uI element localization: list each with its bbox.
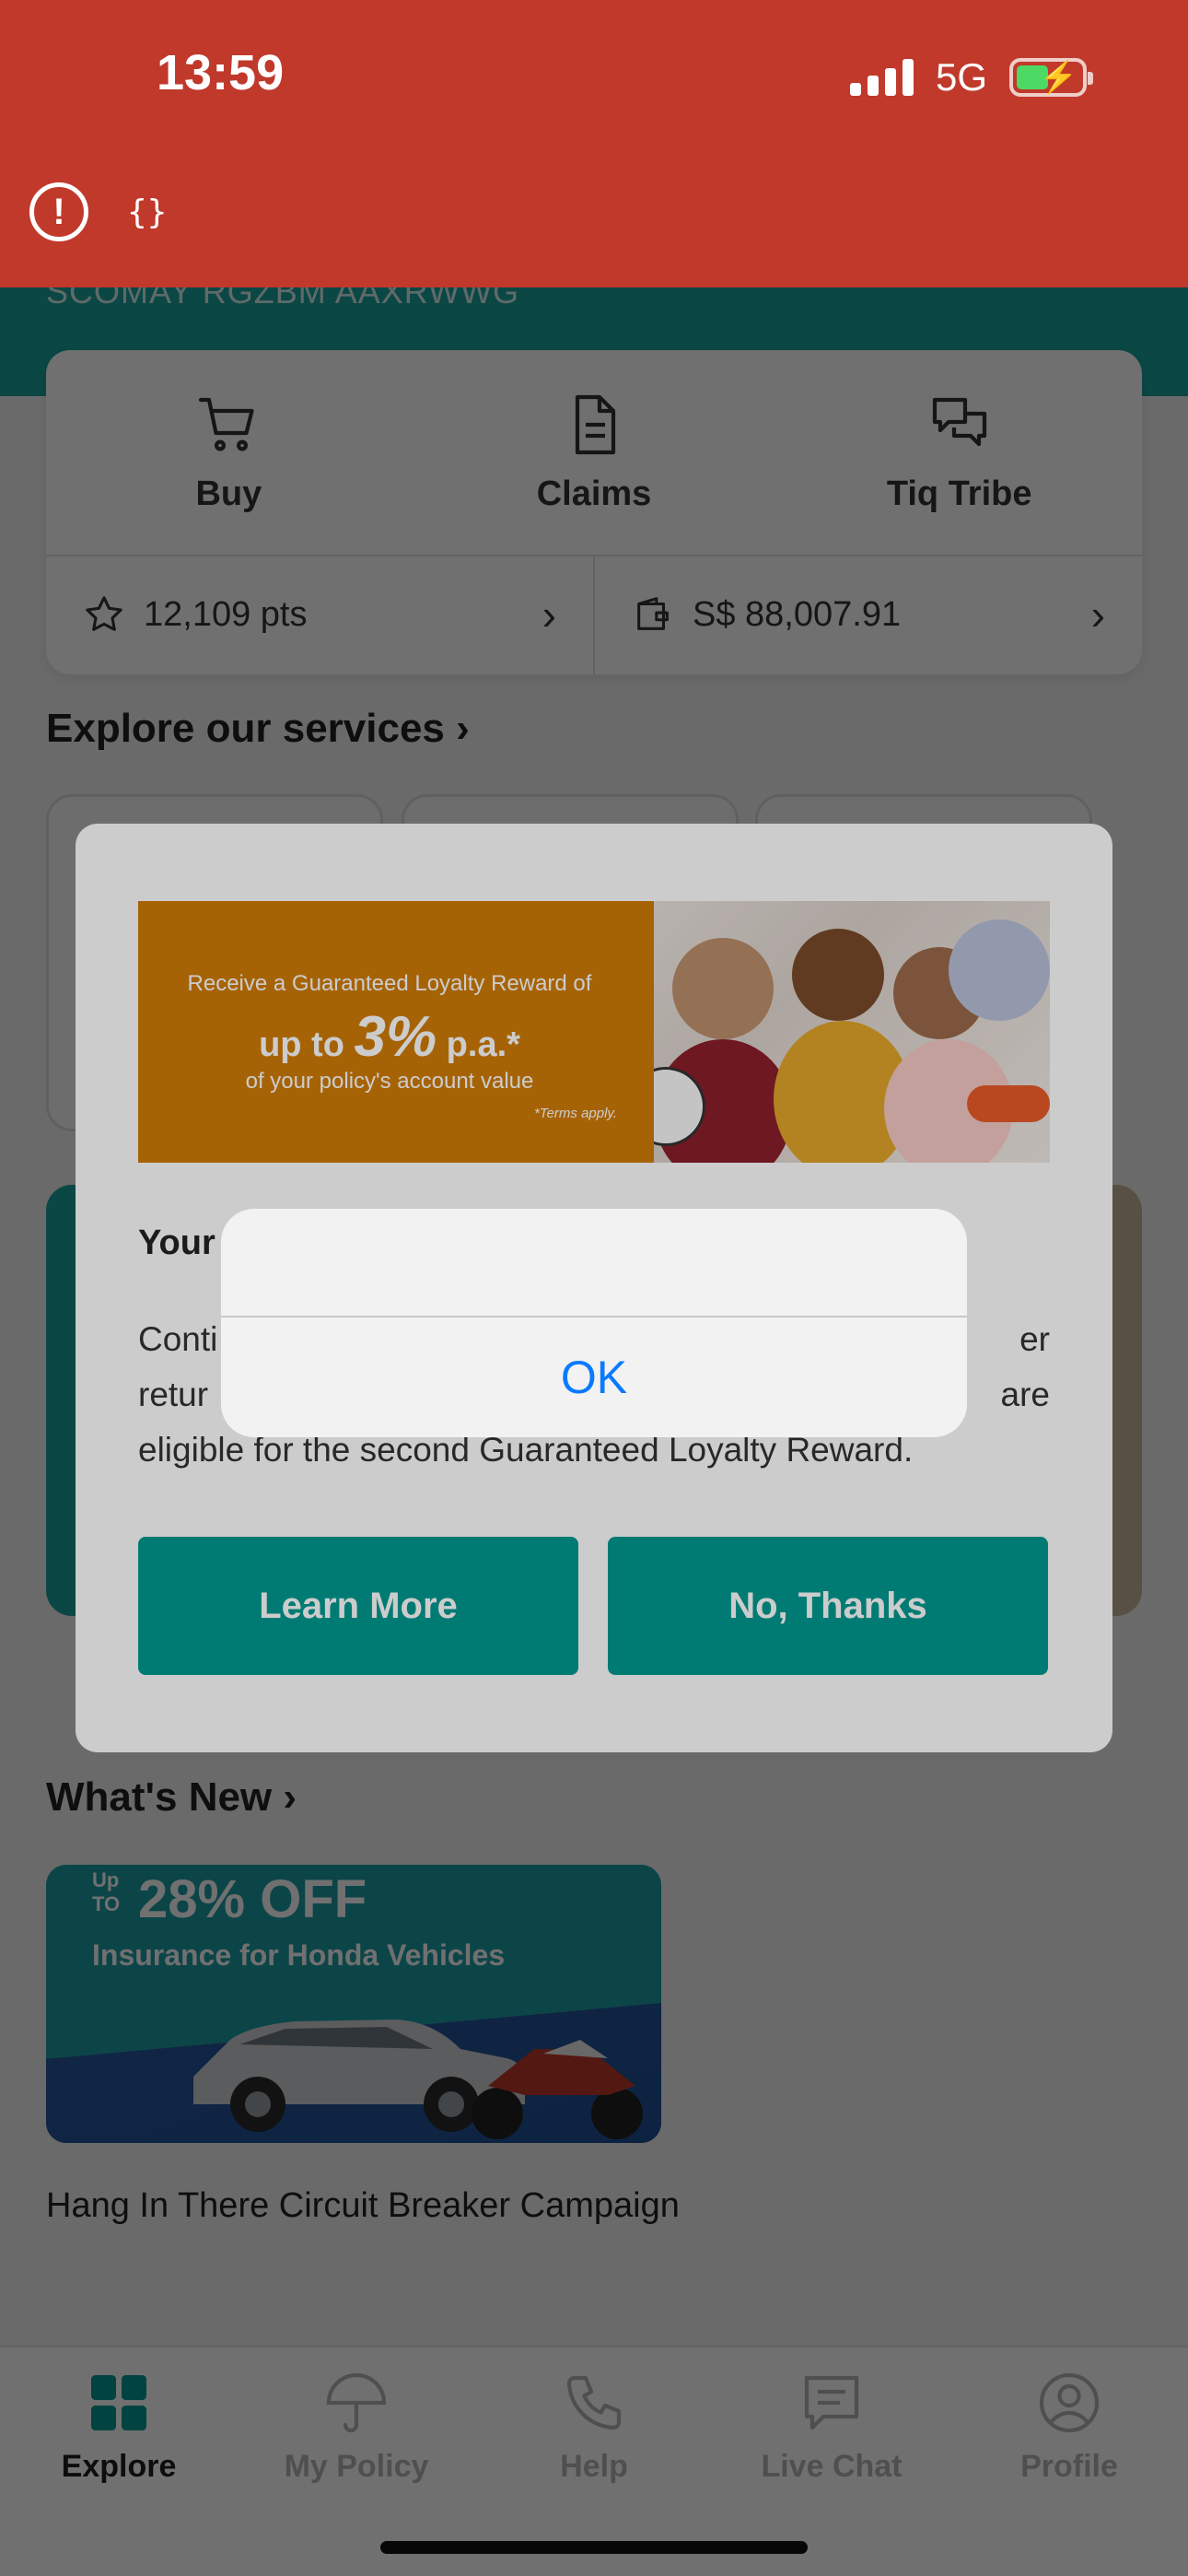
network-label: 5G (935, 55, 987, 99)
alert-ok-button[interactable]: OK (221, 1317, 967, 1437)
alert-message (221, 1209, 967, 1316)
debug-toolbar: ! {} (29, 182, 167, 241)
signal-icon (849, 59, 914, 96)
status-time: 13:59 (157, 45, 285, 100)
explore-screen: SCOMAY RGZBM AAXRWWG Buy Claims Tiq Trib… (0, 0, 1188, 2576)
battery-charging-icon: ⚡ (1009, 58, 1093, 97)
system-alert: OK (221, 1209, 967, 1437)
json-braces-icon[interactable]: {} (127, 193, 167, 231)
warning-icon[interactable]: ! (29, 182, 88, 241)
status-bar: 13:59 5G ⚡ ! {} (0, 0, 1188, 287)
status-indicators: 5G ⚡ (849, 55, 1093, 100)
